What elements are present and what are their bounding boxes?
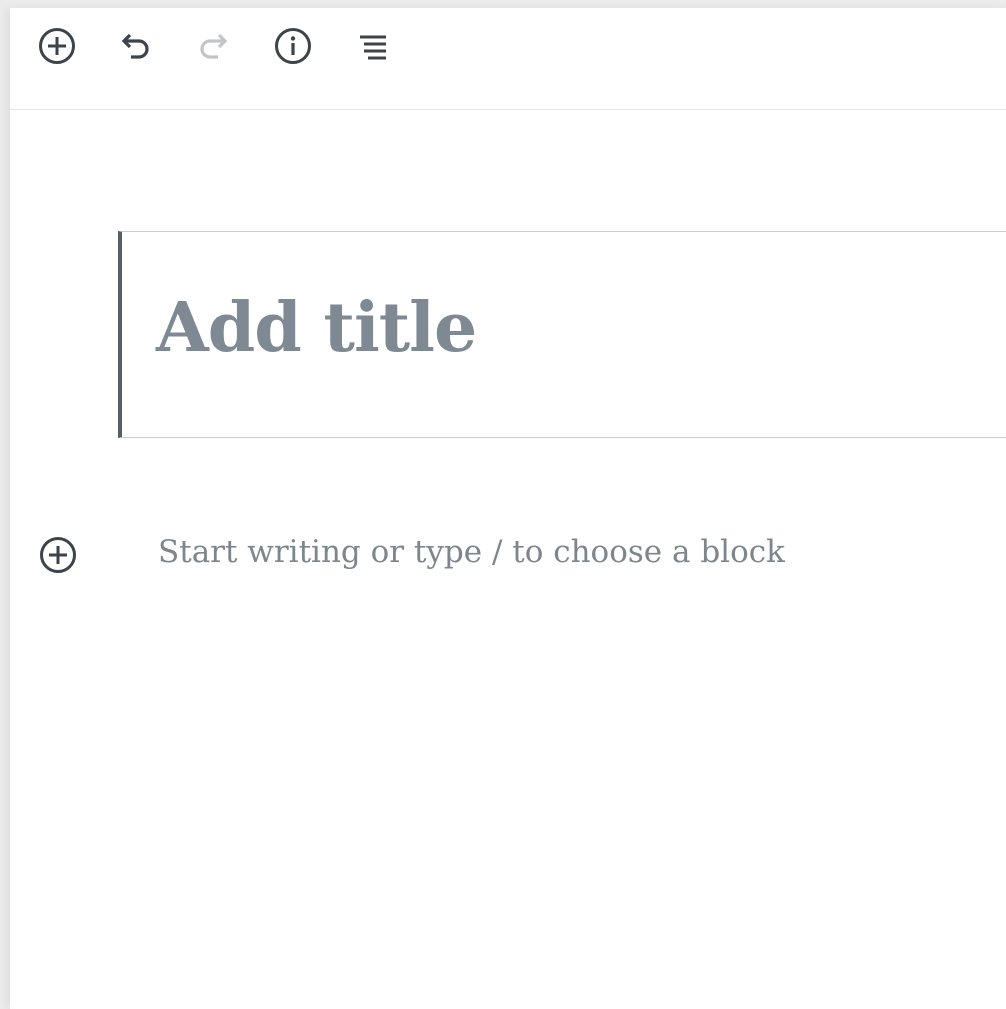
redo-button[interactable] (194, 26, 234, 66)
info-icon (275, 28, 311, 64)
plus-circle-icon (39, 28, 75, 64)
block-navigation-button[interactable] (353, 26, 393, 66)
editor-frame: Add title Start writing or type / to cho… (10, 8, 1006, 1009)
editor-toolbar (10, 8, 1006, 110)
content-info-button[interactable] (273, 26, 313, 66)
undo-icon (121, 33, 149, 59)
inline-block-inserter[interactable] (38, 535, 78, 575)
plus-circle-icon (40, 537, 76, 573)
post-title-block[interactable]: Add title (118, 231, 1006, 438)
undo-button[interactable] (115, 26, 155, 66)
paragraph-placeholder[interactable]: Start writing or type / to choose a bloc… (158, 534, 785, 570)
post-title-placeholder[interactable]: Add title (156, 288, 477, 368)
add-block-button[interactable] (37, 26, 77, 66)
list-view-icon (360, 35, 386, 60)
redo-icon (200, 33, 228, 59)
